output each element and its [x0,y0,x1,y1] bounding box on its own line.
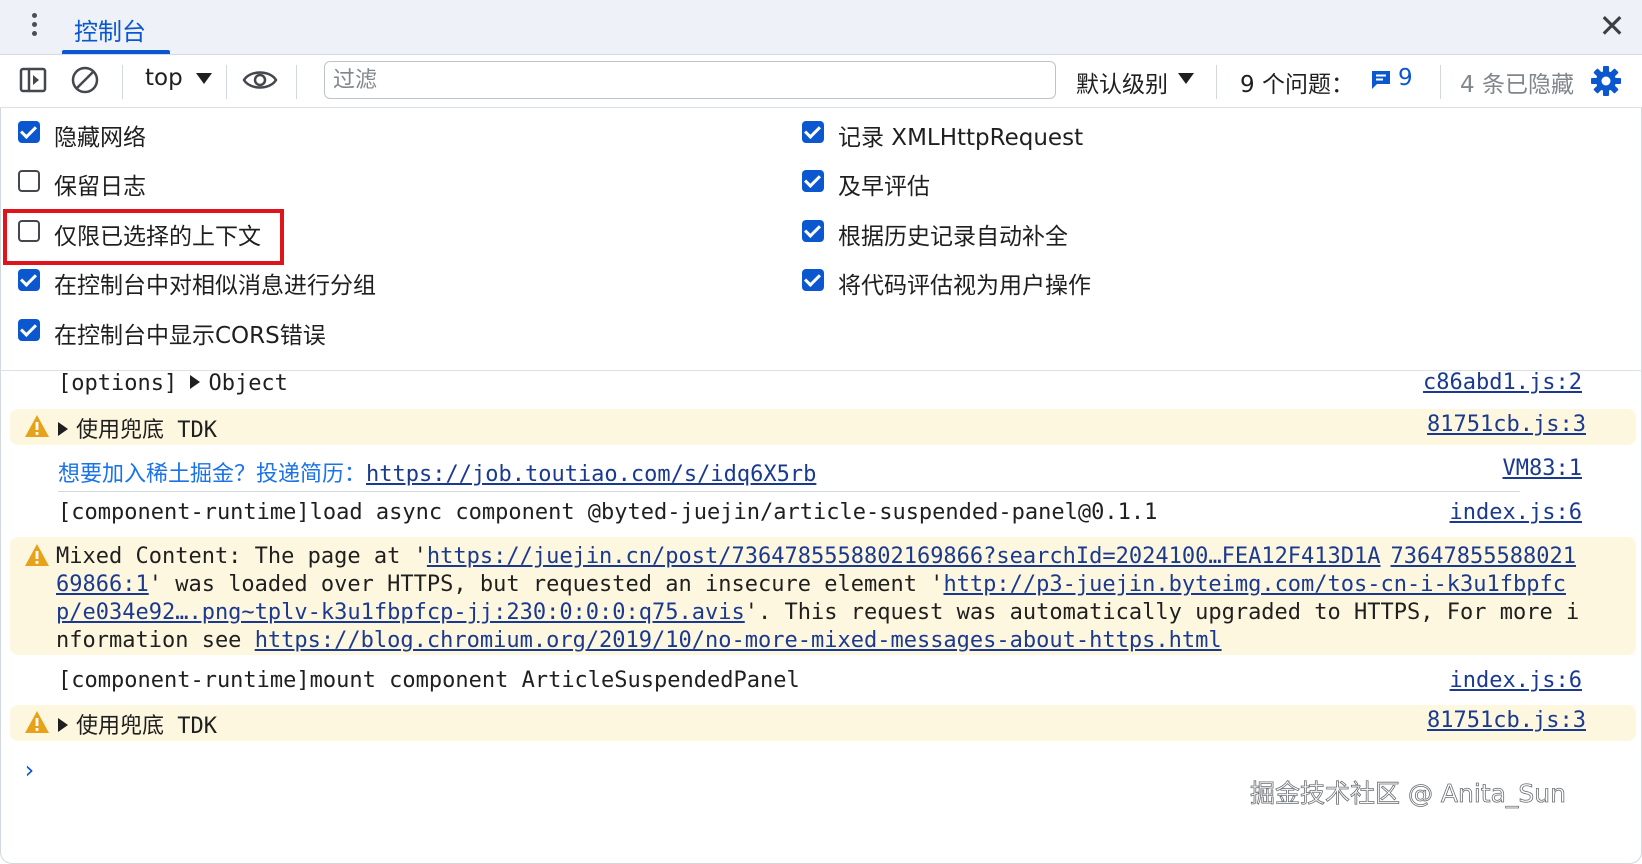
source-link[interactable]: VM83:1 [1503,456,1582,481]
drawer-tab-bar: 控制台 ✕ [0,0,1642,55]
log-level-dropdown[interactable]: 默认级别 [1076,65,1168,99]
message-text: ' was loaded over HTTPS, but requested a… [148,572,944,597]
toolbar-divider [296,65,297,99]
message-prefix: [options] [58,371,191,396]
tab-console[interactable]: 控制台 [62,0,170,54]
checkbox[interactable] [18,319,40,341]
message-text: 想要加入稀土掘金？投递简历：https://job.toutiao.com/s/… [58,456,816,488]
console-message: [component-runtime]load async component … [0,496,1642,536]
watermark-text: 掘金技术社区 @ Anita_Sun [1250,779,1567,809]
option-label: 在控制台中显示CORS错误 [54,323,326,349]
warning-icon [24,414,50,438]
toolbar-divider [1440,65,1441,99]
toolbar-divider [226,65,227,99]
console-message: [options] Object c86abd1.js:2 [0,370,1642,414]
close-icon[interactable]: ✕ [1598,10,1626,42]
live-expression-eye-icon[interactable] [242,65,278,97]
object-label[interactable]: Object [208,371,287,396]
console-warning: 使用兜底 TDK 81751cb.js:3 [10,705,1636,741]
active-tab-indicator [62,50,170,54]
checkbox[interactable] [18,121,40,143]
expand-triangle-icon[interactable] [58,718,68,732]
checkbox[interactable] [802,121,824,143]
gear-icon[interactable] [1590,65,1622,97]
source-link[interactable]: 81751cb.js:3 [1427,708,1586,733]
toolbar-divider [122,65,123,99]
tab-console-label: 控制台 [74,18,146,46]
more-options-icon[interactable] [24,13,44,41]
issues-label[interactable]: 9 个问题： [1240,65,1354,99]
checkbox[interactable] [18,170,40,192]
chromium-blog-link[interactable]: https://blog.chromium.org/2019/10/no-mor… [255,628,1222,653]
recruit-text: 想要加入稀土掘金？投递简历： [58,462,367,487]
warning-text: 使用兜底 [76,714,165,739]
option-label: 记录 XMLHttpRequest [838,125,1084,151]
source-link[interactable]: index.js:6 [1450,668,1582,693]
hidden-messages-count: 4 条已隐藏 [1460,72,1574,98]
console-prompt-chevron-icon[interactable]: › [22,756,36,784]
option-label: 及早评估 [838,174,930,200]
checkbox[interactable] [18,269,40,291]
message-text: 使用兜底 TDK [58,708,217,740]
warning-suffix: TDK [164,714,217,739]
warning-text: 使用兜底 [76,418,165,443]
context-selector[interactable]: top [145,65,183,91]
highlight-annotation-box [3,209,284,265]
toolbar-divider [1216,65,1217,99]
expand-triangle-icon[interactable] [58,422,68,436]
issues-count: 9 [1398,65,1413,91]
filter-input[interactable] [324,61,1056,99]
console-message: [component-runtime]mount component Artic… [0,664,1642,704]
source-link[interactable]: index.js:6 [1450,500,1582,525]
chevron-down-icon[interactable] [196,73,212,84]
warning-suffix: TDK [164,418,217,443]
mixed-content-message: Mixed Content: The page at 'https://juej… [56,543,1586,655]
option-label: 根据历史记录自动补全 [838,224,1068,250]
console-warning: 使用兜底 TDK 81751cb.js:3 [10,409,1636,445]
expand-triangle-icon[interactable] [190,375,201,389]
option-label: 将代码评估视为用户操作 [838,273,1091,299]
chevron-down-icon[interactable] [1178,73,1194,84]
console-toolbar: top 默认级别 9 个问题： 9 4 条已隐藏 [0,55,1642,108]
warning-icon [24,710,50,734]
option-label: 保留日志 [54,174,146,200]
option-label: 隐藏网络 [54,125,146,151]
source-link[interactable]: 81751cb.js:3 [1427,412,1586,437]
warning-icon [24,543,50,567]
job-link[interactable]: https://job.toutiao.com/s/idq6X5rb [366,462,816,487]
checkbox[interactable] [802,170,824,192]
option-label: 在控制台中对相似消息进行分组 [54,273,376,299]
message-icon [1372,71,1390,89]
message-text: [options] Object [58,371,288,396]
console-message: 想要加入稀土掘金？投递简历：https://job.toutiao.com/s/… [0,452,1642,492]
message-text: [component-runtime]load async component … [58,500,1158,525]
checkbox[interactable] [802,269,824,291]
message-text: 使用兜底 TDK [58,412,217,444]
source-link[interactable]: c86abd1.js:2 [1423,370,1582,395]
console-warning: Mixed Content: The page at 'https://juej… [10,537,1636,655]
sidebar-toggle-icon[interactable] [18,65,50,97]
message-divider [58,491,1520,492]
message-text: [component-runtime]mount component Artic… [58,668,800,693]
checkbox[interactable] [802,220,824,242]
page-link[interactable]: https://juejin.cn/post/73647855588021698… [427,544,1381,569]
message-text: Mixed Content: The page at ' [56,544,427,569]
clear-console-icon[interactable] [70,65,102,97]
